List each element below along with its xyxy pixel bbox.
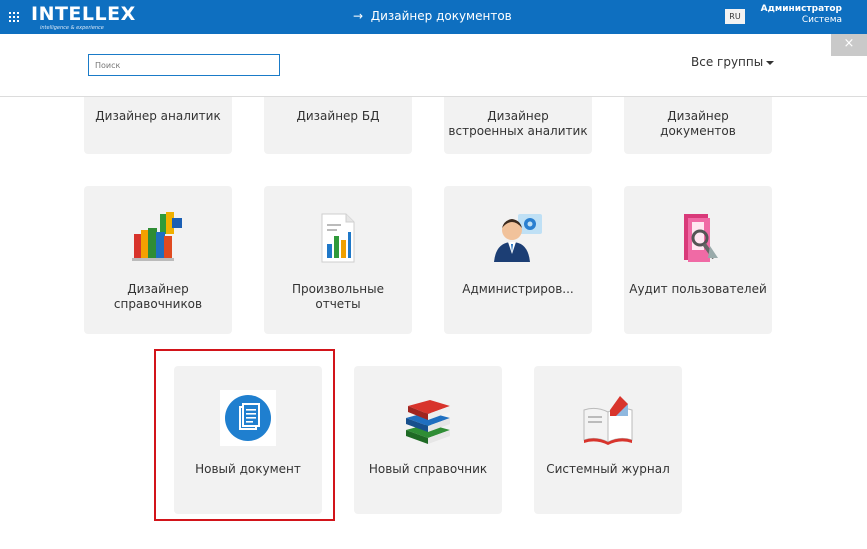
open-journal-icon <box>583 396 633 445</box>
tile-new-reference[interactable]: Новый справочник <box>354 366 502 514</box>
tile-system-journal[interactable]: Системный журнал <box>534 366 682 514</box>
tile-label: Дизайнер справочников <box>113 282 203 311</box>
tile-analytics-designer[interactable]: Дизайнер аналитик <box>84 97 232 154</box>
stacked-books-icon <box>406 400 450 444</box>
tile-embedded-analytics-designer[interactable]: Дизайнер встроенных аналитик <box>444 97 592 154</box>
groups-dropdown-label: Все группы <box>691 55 764 69</box>
selection-highlight <box>154 349 335 521</box>
tile-custom-reports[interactable]: Произвольные отчеты <box>264 186 412 334</box>
app-logo[interactable]: INTELLEX intelligence & experience <box>31 3 135 31</box>
tile-administration[interactable]: Администриров... <box>444 186 592 334</box>
tile-user-audit[interactable]: Аудит пользователей <box>624 186 772 334</box>
caret-down-icon <box>766 60 775 65</box>
groups-dropdown[interactable]: Все группы <box>691 55 775 69</box>
tile-label: Системный журнал <box>546 462 670 476</box>
close-button[interactable]: × <box>831 34 867 56</box>
tile-label: Дизайнер документов <box>660 109 736 138</box>
logo-text: INTELLEX <box>31 3 136 25</box>
language-button[interactable]: RU <box>725 9 745 24</box>
tile-label: Дизайнер встроенных аналитик <box>448 109 588 138</box>
breadcrumb-current[interactable]: Дизайнер документов <box>371 9 512 23</box>
tile-documents-designer[interactable]: Дизайнер документов <box>624 97 772 154</box>
report-chart-icon <box>321 213 355 263</box>
tile-label: Аудит пользователей <box>629 282 767 296</box>
tile-db-designer[interactable]: Дизайнер БД <box>264 97 412 154</box>
audit-folder-icon <box>684 214 718 262</box>
user-menu[interactable]: Администратор Система <box>761 4 842 26</box>
tile-reference-designer[interactable]: Дизайнер справочников <box>84 186 232 334</box>
tile-label: Дизайнер аналитик <box>95 109 221 123</box>
user-name: Администратор <box>760 4 842 14</box>
tile-label: Новый справочник <box>368 462 488 476</box>
user-org: Система <box>801 15 842 25</box>
logo-tagline: intelligence & experience <box>40 25 104 31</box>
breadcrumb-arrow: → <box>353 9 364 23</box>
tile-label: Администриров... <box>462 282 574 296</box>
admin-user-gear-icon <box>494 214 542 262</box>
top-bar: INTELLEX intelligence & experience → Диз… <box>0 0 867 34</box>
tile-label: Дизайнер БД <box>296 109 380 123</box>
tile-label: Произвольные отчеты <box>291 282 385 311</box>
search-input[interactable] <box>88 54 280 76</box>
tiles-area: Дизайнер аналитик Дизайнер БД Дизайнер в… <box>0 97 867 549</box>
apps-grid-icon[interactable] <box>9 12 19 22</box>
breadcrumb: → Дизайнер документов <box>353 9 512 23</box>
books-icon <box>132 212 182 261</box>
